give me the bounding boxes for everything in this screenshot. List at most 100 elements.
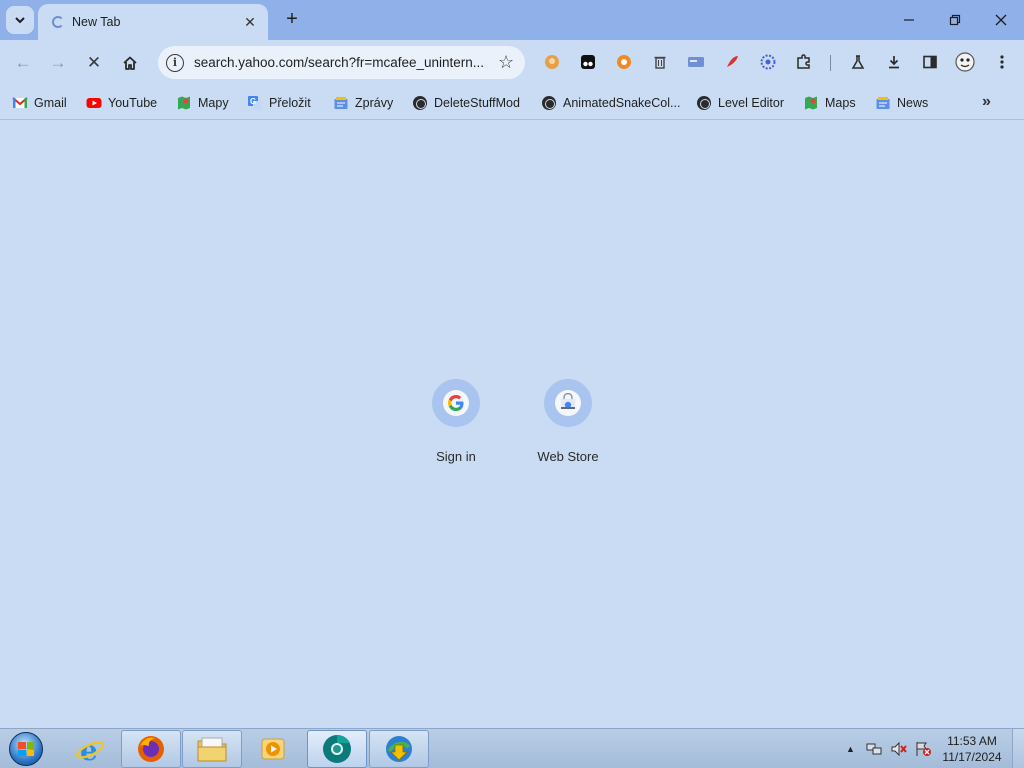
extensions-puzzle-icon[interactable]	[794, 52, 814, 72]
show-desktop-button[interactable]	[1012, 729, 1024, 768]
menu-kebab-icon[interactable]	[992, 52, 1012, 72]
bookmark-gmail[interactable]: Gmail	[12, 92, 67, 114]
minimize-button[interactable]	[886, 0, 932, 40]
google-icon	[448, 395, 464, 411]
restore-icon	[949, 14, 961, 26]
bookmark-label: Mapy	[198, 96, 229, 110]
taskbar-file-explorer[interactable]	[182, 730, 242, 768]
extension-feather-icon[interactable]	[722, 52, 742, 72]
windows-taskbar: e ▲ 11:53 AM 11/17/2024	[0, 728, 1024, 768]
maps-icon	[805, 96, 817, 110]
bookmark-label: YouTube	[108, 96, 158, 110]
bookmark-label: Přeložit	[269, 96, 311, 110]
toolbar-separator	[830, 55, 831, 71]
shortcut-tile	[432, 379, 480, 427]
tray-overflow-arrow-icon[interactable]: ▲	[846, 744, 855, 754]
forward-button[interactable]: →	[43, 48, 73, 78]
extension-tampermonkey-icon[interactable]	[578, 52, 598, 72]
translate-icon: G	[248, 96, 262, 110]
globe-icon	[542, 96, 556, 110]
bookmarks-bar: Gmail YouTube Mapy G Přeložit Zprávy Del…	[0, 86, 1024, 120]
tab-search-button[interactable]	[6, 6, 34, 34]
shortcut-sign-in[interactable]: Sign in	[411, 379, 501, 464]
extension-avatar-icon[interactable]	[542, 52, 562, 72]
side-panel-icon[interactable]	[920, 52, 940, 72]
browser-toolbar: ← → ✕ i search.yahoo.com/search?fr=mcafe…	[0, 40, 1024, 86]
bookmark-news[interactable]: News	[875, 92, 928, 114]
stop-icon: ✕	[86, 53, 102, 72]
new-tab-button[interactable]: +	[282, 9, 302, 29]
firefox-icon	[138, 736, 164, 762]
bookmark-prelozit[interactable]: G Přeložit	[247, 92, 311, 114]
address-bar[interactable]: i search.yahoo.com/search?fr=mcafee_unin…	[158, 46, 525, 79]
maps-icon	[178, 96, 190, 110]
tab-title: New Tab	[72, 15, 121, 29]
bookmark-label: DeleteStuffMod	[434, 96, 520, 110]
taskbar-internet-explorer[interactable]: e	[60, 730, 120, 768]
extension-card-icon[interactable]	[686, 52, 706, 72]
bookmark-label: Level Editor	[718, 96, 785, 110]
back-arrow-icon: ←	[14, 53, 32, 72]
taskbar-firefox[interactable]	[121, 730, 181, 768]
extension-gear-icon[interactable]	[758, 52, 778, 72]
shortcut-label: Web Store	[537, 449, 599, 464]
bookmark-maps[interactable]: Maps	[803, 92, 856, 114]
download-manager-icon	[386, 736, 412, 762]
volume-muted-icon[interactable]	[890, 741, 908, 757]
clock-time: 11:53 AM	[947, 734, 997, 748]
start-button[interactable]	[6, 731, 46, 767]
bookmark-youtube[interactable]: YouTube	[86, 92, 157, 114]
restore-button[interactable]	[932, 0, 978, 40]
internet-explorer-icon: e	[76, 734, 104, 765]
network-icon[interactable]	[866, 741, 882, 757]
youtube-icon	[86, 98, 102, 108]
profile-avatar[interactable]	[955, 52, 975, 72]
system-clock[interactable]: 11:53 AM 11/17/2024	[936, 733, 1008, 765]
bookmark-level-editor[interactable]: Level Editor	[697, 92, 784, 114]
chevron-down-icon	[15, 17, 25, 24]
windows-logo-icon	[9, 732, 43, 766]
back-button[interactable]: ←	[8, 48, 38, 78]
bookmark-star-icon[interactable]: ☆	[498, 52, 514, 73]
home-icon	[123, 56, 137, 70]
close-window-button[interactable]	[978, 0, 1024, 40]
bookmark-zpravy[interactable]: Zprávy	[333, 92, 393, 114]
shortcut-web-store[interactable]: Web Store	[523, 379, 613, 464]
globe-icon	[697, 96, 711, 110]
stop-loading-button[interactable]: ✕	[79, 48, 109, 78]
extension-trash-icon[interactable]	[650, 52, 670, 72]
forward-arrow-icon: →	[49, 53, 67, 72]
tab-strip: New Tab ✕ +	[0, 0, 1024, 40]
web-store-icon	[561, 393, 575, 409]
extension-orange-icon[interactable]	[614, 52, 634, 72]
shortcut-tile	[544, 379, 592, 427]
labs-flask-icon[interactable]	[848, 52, 868, 72]
svg-text:G: G	[250, 97, 256, 106]
tab-close-icon[interactable]: ✕	[242, 14, 258, 30]
tab-new-tab[interactable]: New Tab ✕	[38, 4, 268, 40]
clock-date: 11/17/2024	[942, 750, 1002, 764]
bookmark-label: News	[897, 96, 929, 110]
close-icon	[995, 14, 1007, 26]
site-info-icon[interactable]: i	[166, 53, 184, 72]
taskbar-download-manager[interactable]	[369, 730, 429, 768]
taskbar-chrome[interactable]	[307, 730, 367, 768]
bookmark-deletestuffmod[interactable]: DeleteStuffMod	[413, 92, 520, 114]
bookmarks-overflow-button[interactable]: »	[982, 93, 991, 111]
taskbar-media-player[interactable]	[243, 730, 303, 768]
minimize-icon	[904, 19, 914, 21]
action-center-icon[interactable]	[914, 741, 932, 757]
download-icon[interactable]	[884, 52, 904, 72]
media-player-icon	[261, 738, 285, 760]
url-text[interactable]: search.yahoo.com/search?fr=mcafee_uninte…	[194, 55, 490, 70]
bookmark-mapy[interactable]: Mapy	[176, 92, 229, 114]
bookmark-animatedsnakecol[interactable]: AnimatedSnakeCol...	[542, 92, 680, 114]
bookmark-label: Zprávy	[355, 96, 394, 110]
shortcut-label: Sign in	[436, 449, 476, 464]
news-icon	[876, 97, 890, 109]
loading-spinner-icon	[52, 16, 64, 28]
bookmark-label: AnimatedSnakeCol...	[563, 96, 681, 110]
file-explorer-icon	[197, 737, 227, 762]
bookmark-label: Gmail	[34, 96, 67, 110]
home-button[interactable]	[115, 48, 145, 78]
